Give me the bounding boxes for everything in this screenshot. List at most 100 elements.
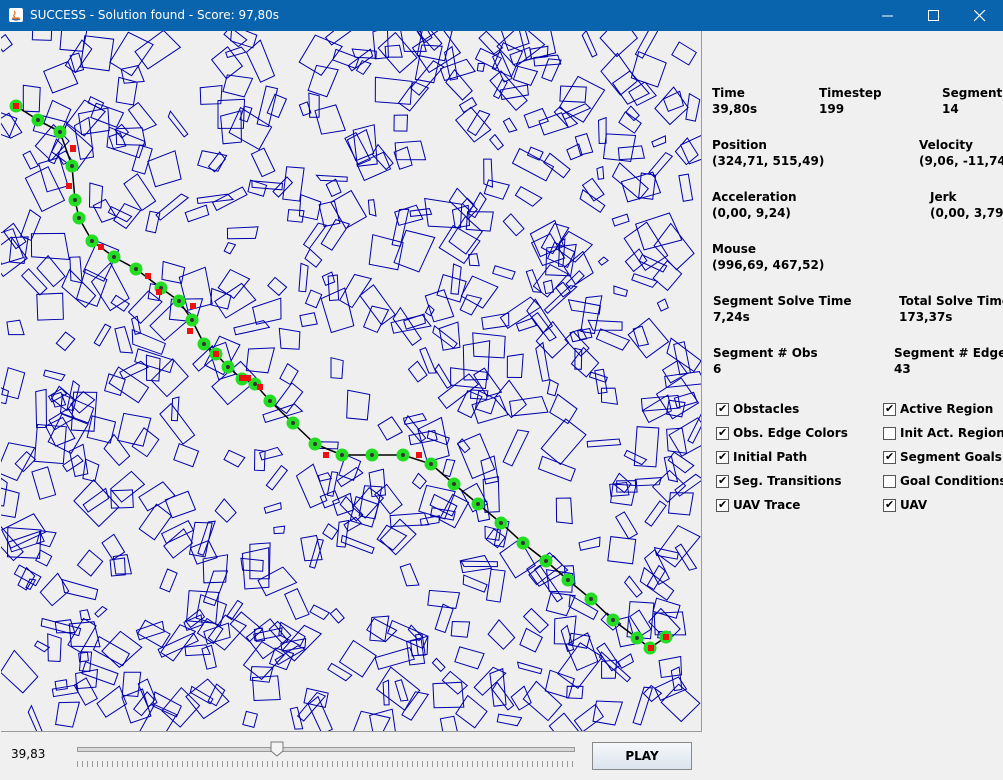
obstacle xyxy=(119,360,150,380)
obstacle xyxy=(39,572,70,607)
time-slider[interactable] xyxy=(77,738,575,770)
obstacle xyxy=(31,31,53,41)
obstacle xyxy=(506,353,524,379)
obstacle xyxy=(1,487,20,518)
obstacle xyxy=(109,557,126,577)
obstacle xyxy=(438,224,481,265)
goal-conditions-checkbox-label: Goal Conditions xyxy=(900,474,1003,488)
goal-center-dot xyxy=(589,597,593,601)
obstacle xyxy=(522,680,563,722)
goal-center-dot xyxy=(134,267,138,271)
obstacle xyxy=(537,455,576,482)
obstacle xyxy=(258,446,284,461)
obstacle xyxy=(2,222,27,250)
slider-ticks xyxy=(77,761,573,767)
transition-marker xyxy=(213,351,219,357)
obstacle xyxy=(304,289,323,309)
obstacle xyxy=(184,644,211,657)
obstacle xyxy=(242,710,259,729)
goal-center-dot xyxy=(202,342,206,346)
segment-transitions xyxy=(13,103,669,651)
goal-center-dot xyxy=(635,636,639,640)
goal-center-dot xyxy=(36,118,40,122)
obstacle xyxy=(304,248,323,268)
slider-thumb[interactable] xyxy=(270,741,284,757)
obstacle xyxy=(346,128,375,162)
obstacle xyxy=(652,260,683,292)
obstacle xyxy=(493,379,527,419)
obstacle xyxy=(579,188,606,213)
check-icon: ✔ xyxy=(718,474,728,487)
obstacle xyxy=(543,152,571,179)
obstacle xyxy=(327,662,353,682)
obstacle xyxy=(173,443,200,468)
obstacle xyxy=(24,166,66,213)
obstacle xyxy=(349,495,380,528)
close-button[interactable] xyxy=(957,0,1003,31)
play-button[interactable]: PLAY xyxy=(592,742,692,770)
obstacle xyxy=(90,262,130,312)
obstacle xyxy=(574,132,594,156)
transition-marker xyxy=(648,645,654,651)
obstacle xyxy=(510,685,532,711)
obstacle xyxy=(108,366,150,404)
obstacle xyxy=(80,35,115,72)
velocity-value: (9,06, -11,74) xyxy=(919,154,1003,168)
transition-marker xyxy=(190,303,196,309)
obstacle xyxy=(462,574,488,593)
obstacle xyxy=(278,327,301,350)
map-canvas[interactable] xyxy=(1,31,702,732)
obstacle xyxy=(634,212,683,251)
obstacle xyxy=(558,75,606,123)
obstacle xyxy=(73,677,98,706)
obstacle xyxy=(317,472,333,482)
obstacle xyxy=(226,226,259,240)
obstacle xyxy=(586,438,622,448)
obstacle xyxy=(617,653,635,669)
obstacle xyxy=(92,198,118,223)
obstacle xyxy=(329,607,345,624)
obstacle xyxy=(389,512,430,528)
obstacle xyxy=(553,615,577,645)
obstacle xyxy=(460,560,498,568)
obstacle xyxy=(307,695,333,731)
obstacle xyxy=(454,646,485,670)
obstacle xyxy=(459,294,483,316)
obstacle xyxy=(43,60,79,94)
acceleration-value: (0,00, 9,24) xyxy=(712,206,791,220)
obstacle xyxy=(615,511,639,540)
obstacle xyxy=(223,242,237,255)
transition-marker xyxy=(239,375,245,381)
goal-center-dot xyxy=(73,198,77,202)
obstacle xyxy=(530,233,566,267)
obstacle xyxy=(382,679,390,706)
mouse-label: Mouse xyxy=(712,242,757,256)
obstacle xyxy=(432,325,458,349)
obstacle xyxy=(35,388,48,429)
obstacle xyxy=(600,52,638,96)
obstacle xyxy=(496,713,523,727)
minimize-button[interactable] xyxy=(865,0,911,31)
segment-obs-label: Segment # Obs xyxy=(713,346,818,360)
obstacle xyxy=(434,603,454,634)
obstacle xyxy=(666,427,688,454)
obstacle xyxy=(670,666,683,692)
obstacle xyxy=(346,389,371,421)
obstacle xyxy=(308,538,324,569)
obstacle xyxy=(81,661,119,686)
obstacle xyxy=(514,186,543,207)
obstacle xyxy=(633,426,660,468)
obstacle xyxy=(473,666,507,696)
obstacle xyxy=(330,357,344,380)
obstacle xyxy=(1,367,26,400)
uav-trace-checkbox-label: UAV Trace xyxy=(733,498,801,512)
obstacle xyxy=(403,414,427,443)
segment-solve-time-label: Segment Solve Time xyxy=(713,294,852,308)
obstacle xyxy=(399,563,420,587)
velocity-label: Velocity xyxy=(919,138,973,152)
check-icon: ✔ xyxy=(718,402,728,415)
obstacle xyxy=(27,704,43,731)
obstacle xyxy=(431,657,446,673)
maximize-button[interactable] xyxy=(911,0,957,31)
obstacle xyxy=(87,96,105,110)
